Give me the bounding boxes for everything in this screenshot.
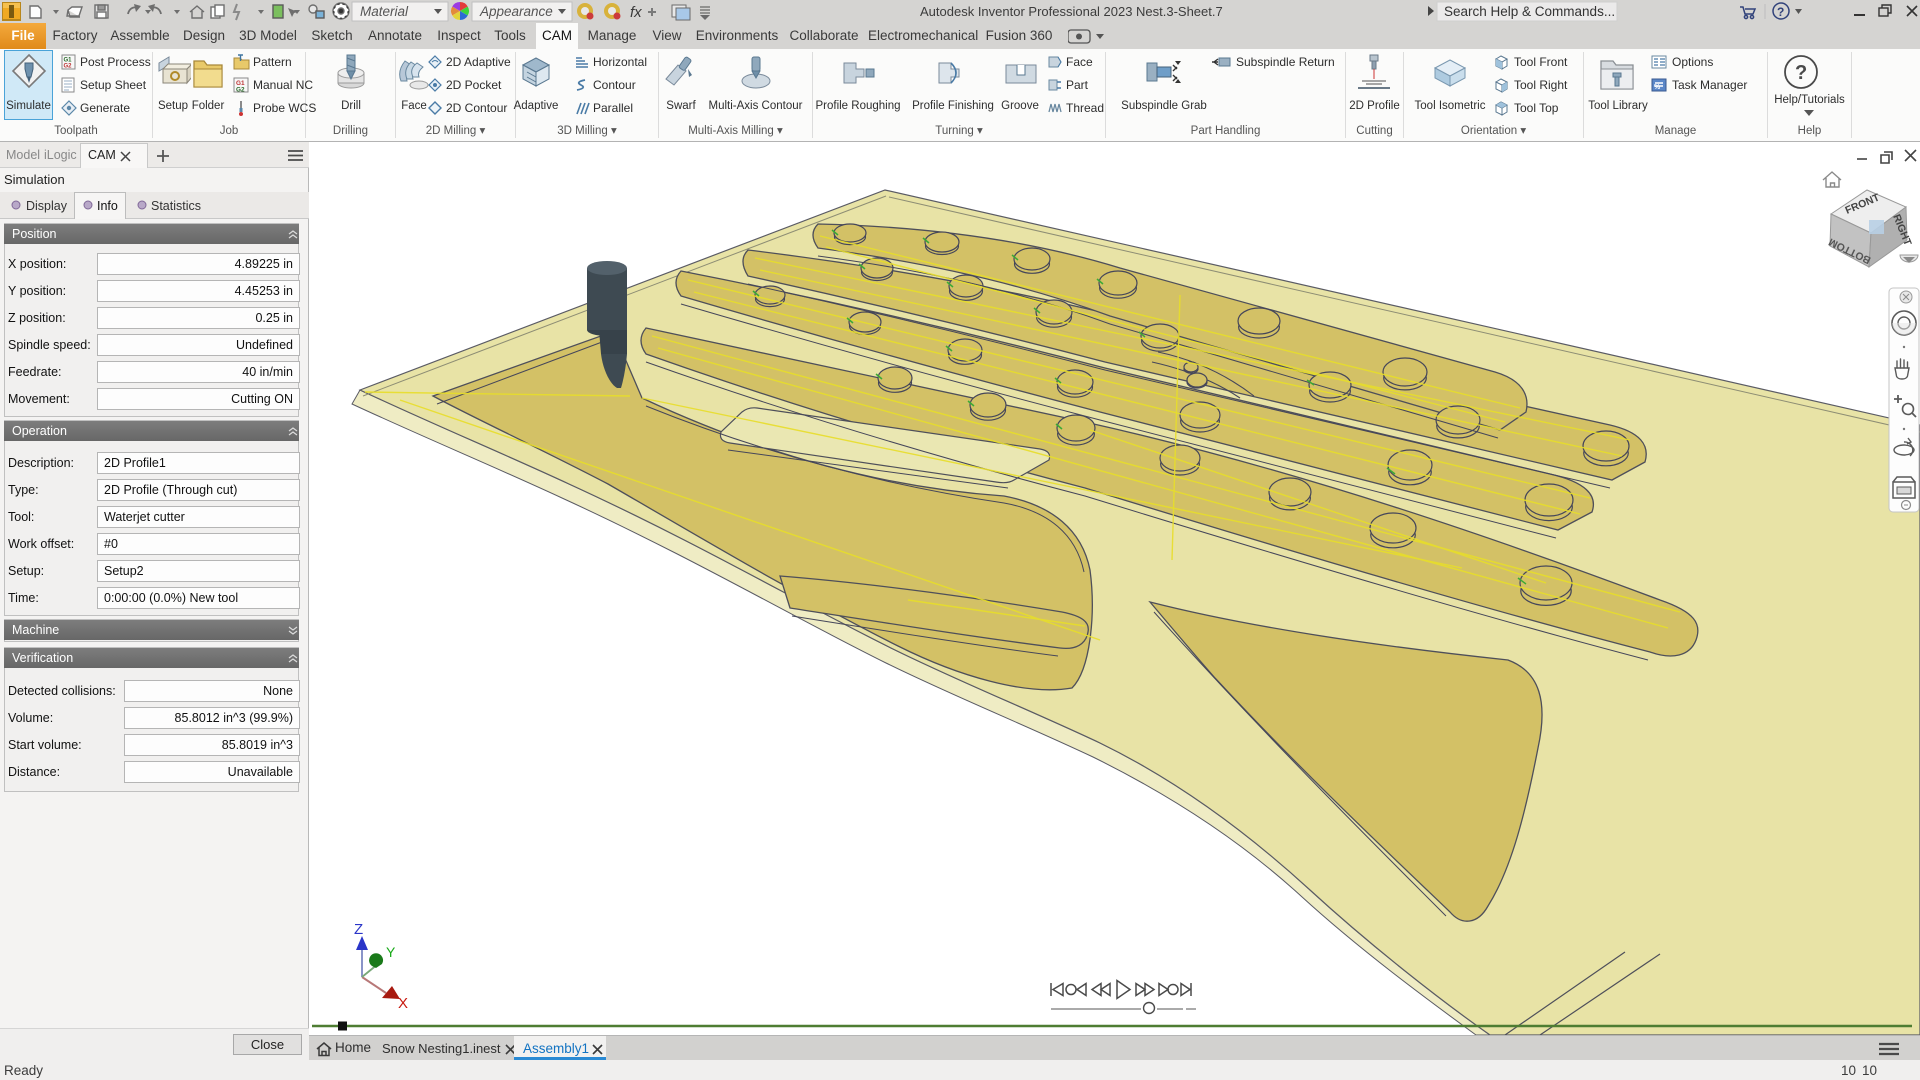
svg-text:Appearance: Appearance bbox=[479, 4, 553, 19]
svg-text:?: ? bbox=[1777, 5, 1784, 19]
svg-text:X: X bbox=[398, 995, 408, 1012]
svg-text:G2: G2 bbox=[64, 64, 73, 70]
svg-text:?: ? bbox=[1795, 62, 1807, 84]
svg-text:Z: Z bbox=[354, 921, 363, 938]
svg-text:Y: Y bbox=[386, 944, 396, 960]
svg-text:G2: G2 bbox=[236, 87, 245, 94]
svg-text:Material: Material bbox=[360, 4, 409, 19]
svg-text:fx: fx bbox=[630, 4, 642, 21]
svg-text:Search Help & Commands...: Search Help & Commands... bbox=[1444, 4, 1615, 19]
svg-text:%: % bbox=[1654, 84, 1661, 91]
